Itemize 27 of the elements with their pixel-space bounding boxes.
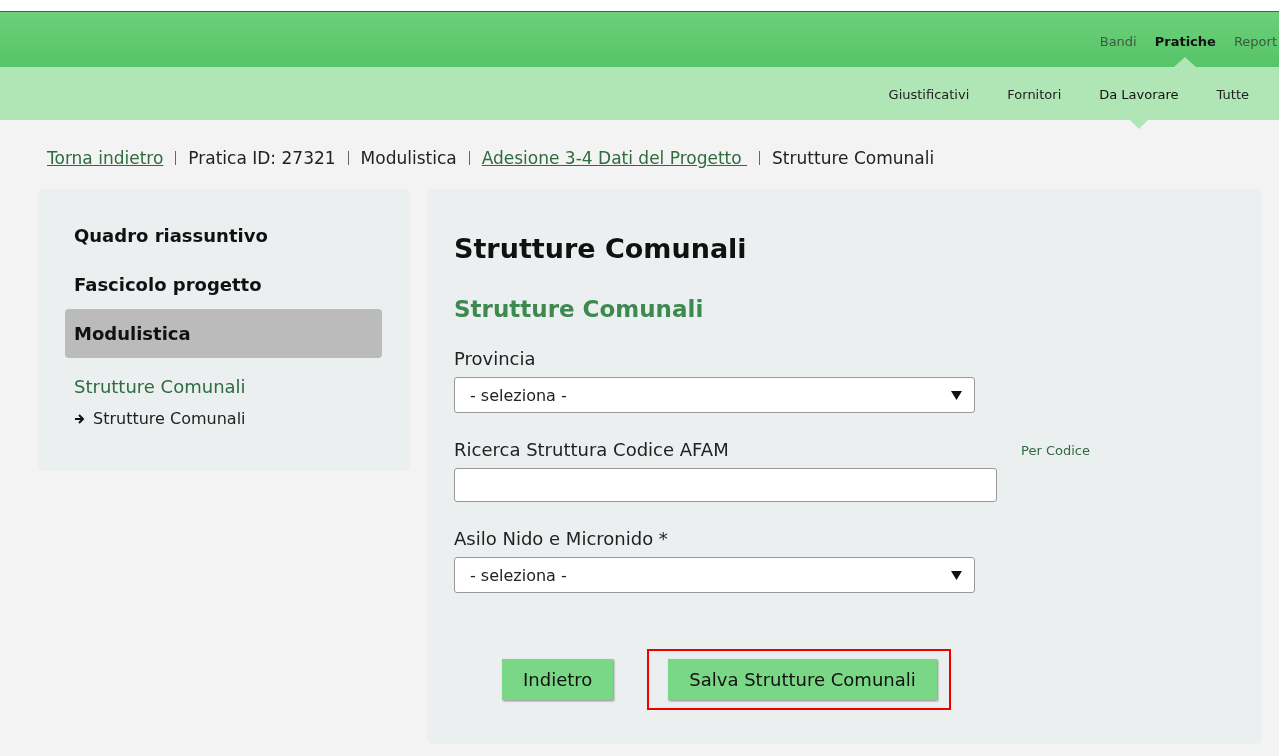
form-title: Strutture Comunali	[454, 233, 747, 264]
save-button[interactable]: Salva Strutture Comunali	[668, 659, 937, 700]
top-nav-link[interactable]: Bandi	[1099, 14, 1137, 67]
breadcrumb-text: Pratica ID: 27321	[188, 148, 336, 168]
sub-nav-link[interactable]: Fornitori	[1007, 87, 1062, 102]
sidebar-item[interactable]: Fascicolo progetto	[65, 260, 382, 309]
sub-nav-link[interactable]: Giustificativi	[888, 87, 970, 102]
field-hint: Per Codice	[1021, 443, 1090, 460]
top-nav-link[interactable]: Pratiche	[1154, 14, 1216, 67]
sidebar-section-title: Strutture Comunali	[73, 376, 246, 397]
sidebar-item[interactable]: Modulistica	[65, 309, 382, 358]
select-field[interactable]: - seleziona -	[454, 377, 975, 413]
sub-nav-link[interactable]: Da Lavorare	[1099, 87, 1179, 102]
sub-nav-link[interactable]: Tutte	[1216, 87, 1249, 102]
breadcrumb-text: Modulistica	[360, 148, 457, 168]
sidebar-item[interactable]: Quadro riassuntivo	[65, 211, 382, 260]
back-button[interactable]: Indietro	[502, 659, 614, 700]
top-nav-link[interactable]: Report	[1233, 14, 1277, 67]
form-subtitle: Strutture Comunali	[454, 296, 704, 322]
field-label: Ricerca Struttura Codice AFAM	[454, 439, 729, 460]
field-label: Provincia	[454, 348, 536, 369]
select-field[interactable]: - seleziona -	[454, 557, 975, 593]
breadcrumb-link[interactable]: Adesione 3-4 Dati del Progetto	[481, 148, 748, 168]
breadcrumb-link[interactable]: Torna indietro	[47, 148, 164, 168]
breadcrumb-text: Strutture Comunali	[772, 148, 935, 168]
field-label: Asilo Nido e Micronido *	[454, 528, 668, 549]
sidebar-subitem[interactable]: Strutture Comunali	[93, 409, 246, 428]
